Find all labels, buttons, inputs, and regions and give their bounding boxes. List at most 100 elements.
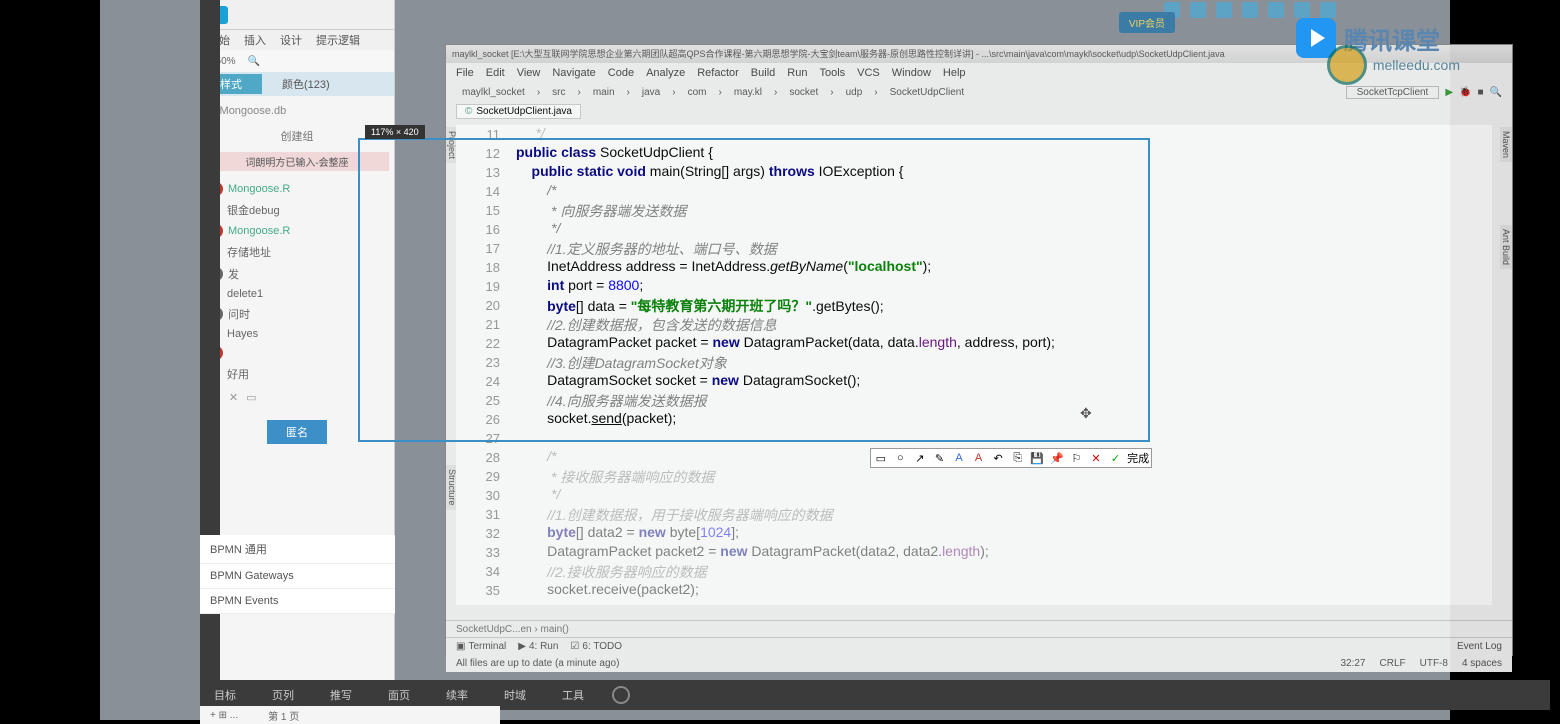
java-icon: © <box>465 106 472 117</box>
ide-statusbar: SocketUdpC...en › main() ▣ Terminal ▶ 4:… <box>446 620 1512 655</box>
ticon[interactable] <box>1242 2 1258 18</box>
tree-item[interactable]: Mongoose.R <box>205 221 389 241</box>
crumb[interactable]: java <box>636 87 666 98</box>
todo-tab[interactable]: ☑ 6: TODO <box>570 641 622 652</box>
menu-edit[interactable]: Edit <box>486 67 505 79</box>
stop-icon[interactable]: ■ <box>1478 87 1484 98</box>
ticon[interactable] <box>1294 2 1310 18</box>
tree-item[interactable]: 发 <box>205 263 389 285</box>
toolbar-secondary: 250% 🔍 <box>200 50 394 72</box>
encoding[interactable]: UTF-8 <box>1420 658 1448 669</box>
run-config[interactable]: SocketTcpClient <box>1346 86 1440 99</box>
tree-item[interactable]: 好用 <box>205 363 389 385</box>
tb-item[interactable]: 时域 <box>496 685 534 705</box>
crumb[interactable]: udp <box>840 87 869 98</box>
tb-item[interactable]: 推写 <box>322 685 360 705</box>
tree-item[interactable]: 银金debug <box>205 199 389 221</box>
crumb[interactable]: src <box>546 87 571 98</box>
menu-vcs[interactable]: VCS <box>857 67 880 79</box>
folder-icon[interactable]: ▭ <box>246 391 256 404</box>
crumb[interactable]: socket <box>783 87 824 98</box>
copy-icon[interactable]: ⎘ <box>1010 450 1026 466</box>
tree-item[interactable]: delete1 <box>205 285 389 303</box>
tree-item[interactable]: 问时 <box>205 303 389 325</box>
tb-item[interactable]: 面页 <box>380 685 418 705</box>
side-tab-ant[interactable]: Ant Build <box>1500 225 1512 269</box>
tree-item[interactable]: 存储地址 <box>205 241 389 263</box>
menu-view[interactable]: View <box>517 67 541 79</box>
vip-badge[interactable]: VIP会员 <box>1119 12 1175 33</box>
menu-build[interactable]: Build <box>751 67 775 79</box>
crumb[interactable]: maylkl_socket <box>456 87 531 98</box>
menu-refactor[interactable]: Refactor <box>697 67 739 79</box>
bpmn-item[interactable]: BPMN Events <box>200 589 395 614</box>
menu-code[interactable]: Code <box>608 67 634 79</box>
file-tab[interactable]: © SocketUdpClient.java <box>456 104 581 119</box>
run-tab[interactable]: ▶ 4: Run <box>518 641 558 652</box>
status-message: All files are up to date (a minute ago) <box>456 658 619 669</box>
search-icon[interactable]: 🔍 <box>1490 87 1502 98</box>
share-icon[interactable]: ⚐ <box>1068 450 1084 466</box>
crumb[interactable]: com <box>682 87 713 98</box>
menu-help[interactable]: Help <box>943 67 966 79</box>
tree-row[interactable]: 词朗明方已输入-会整座 <box>205 152 389 171</box>
menu-item[interactable]: 提示逻辑 <box>316 32 360 48</box>
app-topbar <box>200 0 394 30</box>
zoom-in-icon[interactable]: 🔍 <box>248 56 260 67</box>
save-icon[interactable]: 💾 <box>1029 450 1045 466</box>
bpmn-item[interactable]: BPMN 通用 <box>200 535 395 564</box>
anon-button[interactable]: 匿名 <box>267 420 327 444</box>
menu-item[interactable]: 插入 <box>244 32 266 48</box>
terminal-tab[interactable]: ▣ Terminal <box>456 641 506 652</box>
arrow-icon[interactable]: ↗ <box>912 450 928 466</box>
tb-item[interactable]: 目标 <box>206 685 244 705</box>
menu-analyze[interactable]: Analyze <box>646 67 685 79</box>
crumb[interactable]: main <box>587 87 621 98</box>
done-button[interactable]: 完成 <box>1127 450 1149 466</box>
menu-navigate[interactable]: Navigate <box>552 67 595 79</box>
tree-item[interactable] <box>205 343 389 363</box>
run-icon[interactable]: ▶ <box>1445 87 1453 98</box>
cursor-position: 32:27 <box>1340 658 1365 669</box>
ok-icon[interactable]: ✓ <box>1108 450 1124 466</box>
indent[interactable]: 4 spaces <box>1462 658 1502 669</box>
ticon[interactable] <box>1320 2 1336 18</box>
text2-icon[interactable]: A <box>971 450 987 466</box>
crumb[interactable]: may.kl <box>728 87 768 98</box>
cancel-icon[interactable]: ✕ <box>1088 450 1104 466</box>
menu-window[interactable]: Window <box>892 67 931 79</box>
annotation-toolbar: ▭ ○ ↗ ✎ A A ↶ ⎘ 💾 📌 ⚐ ✕ ✓ 完成 <box>870 448 1152 468</box>
desktop-background: 开始 插入 设计 提示逻辑 250% 🔍 样式 颜色(123) ▸Mongoos… <box>100 0 1450 720</box>
tree-item[interactable]: Mongoose.R <box>205 179 389 199</box>
ticon[interactable] <box>1190 2 1206 18</box>
school-url: melleedu.com <box>1373 57 1460 73</box>
tree-item[interactable]: Hayes <box>205 325 389 343</box>
menu-run[interactable]: Run <box>787 67 807 79</box>
side-tab-maven[interactable]: Maven <box>1500 127 1512 162</box>
close-icon[interactable]: ✕ <box>229 391 238 404</box>
code-editor[interactable]: 1112131415161718192021222324252627282930… <box>456 125 1492 605</box>
pen-icon[interactable]: ✎ <box>931 450 947 466</box>
event-log[interactable]: Event Log <box>1457 641 1502 652</box>
tree-item[interactable]: ▸Mongoose.db <box>205 101 389 120</box>
pin-icon[interactable]: 📌 <box>1049 450 1065 466</box>
ticon[interactable] <box>1268 2 1284 18</box>
text-icon[interactable]: A <box>951 450 967 466</box>
undo-icon[interactable]: ↶ <box>990 450 1006 466</box>
menu-file[interactable]: File <box>456 67 474 79</box>
tb-item[interactable]: 续率 <box>438 685 476 705</box>
tab-colors[interactable]: 颜色(123) <box>262 74 350 94</box>
rect-icon[interactable]: ▭ <box>873 450 889 466</box>
line-sep[interactable]: CRLF <box>1380 658 1406 669</box>
tb-item[interactable]: 页列 <box>264 685 302 705</box>
window-controls <box>1164 2 1336 18</box>
tb-item[interactable]: 工具 <box>554 685 592 705</box>
bpmn-item[interactable]: BPMN Gateways <box>200 564 395 589</box>
circle-icon[interactable]: ○ <box>892 450 908 466</box>
menu-item[interactable]: 设计 <box>280 32 302 48</box>
power-icon[interactable] <box>612 686 630 704</box>
debug-icon[interactable]: 🐞 <box>1459 87 1471 98</box>
crumb[interactable]: SocketUdpClient <box>884 87 970 98</box>
ticon[interactable] <box>1216 2 1232 18</box>
menu-tools[interactable]: Tools <box>819 67 845 79</box>
